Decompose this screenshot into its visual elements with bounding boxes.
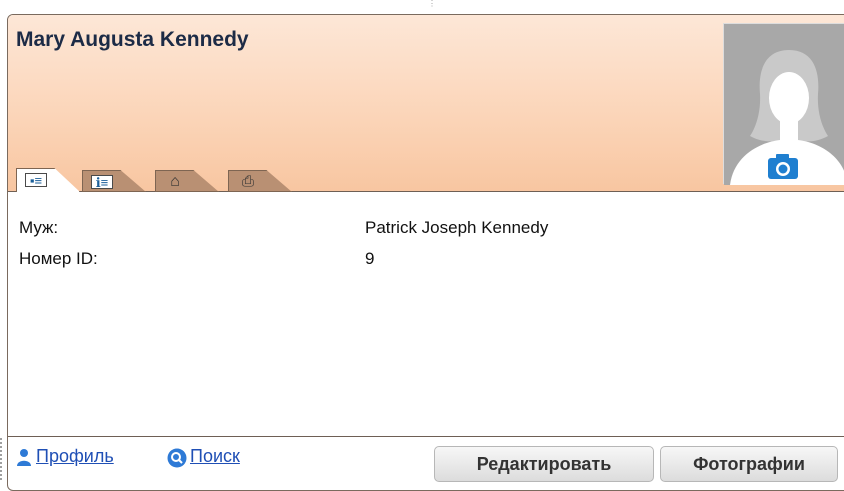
house-icon: ⌂ (170, 173, 180, 190)
details-card-icon: ℹ≡ (91, 175, 113, 190)
person-card: Mary Augusta Kennedy ▪≡ ℹ≡ ⌂ ⎙ Муж: Patr… (7, 14, 844, 491)
photos-button[interactable]: Фотографии (660, 446, 838, 482)
left-resize-edge[interactable] (0, 438, 6, 480)
card-header: Mary Augusta Kennedy ▪≡ ℹ≡ ⌂ ⎙ (8, 15, 844, 192)
person-icon (16, 448, 32, 471)
profile-photo-placeholder[interactable] (723, 23, 844, 185)
resize-grip[interactable]: ⋮ (428, 0, 436, 10)
tab-inbox[interactable]: ⎙ (228, 170, 292, 192)
tab-details[interactable]: ℹ≡ (82, 170, 146, 192)
search-link[interactable]: Поиск (190, 446, 240, 467)
tab-household[interactable]: ⌂ (155, 170, 219, 192)
edit-button[interactable]: Редактировать (434, 446, 654, 482)
profile-link[interactable]: Профиль (36, 446, 114, 467)
inbox-tray-icon: ⎙ (241, 173, 254, 190)
tab-general[interactable]: ▪≡ (16, 168, 80, 192)
field-label: Муж: (19, 218, 59, 237)
card-footer: Профиль Поиск Редактировать Фотографии (8, 437, 844, 490)
field-value: 9 (365, 249, 375, 268)
details-panel: Муж: Patrick Joseph Kennedy Номер ID: 9 (8, 192, 844, 437)
field-value: Patrick Joseph Kennedy (365, 218, 549, 237)
person-name: Mary Augusta Kennedy (16, 28, 249, 51)
camera-icon[interactable] (762, 147, 804, 183)
field-label: Номер ID: (19, 249, 98, 268)
search-icon (167, 448, 187, 473)
id-card-icon: ▪≡ (25, 173, 47, 188)
